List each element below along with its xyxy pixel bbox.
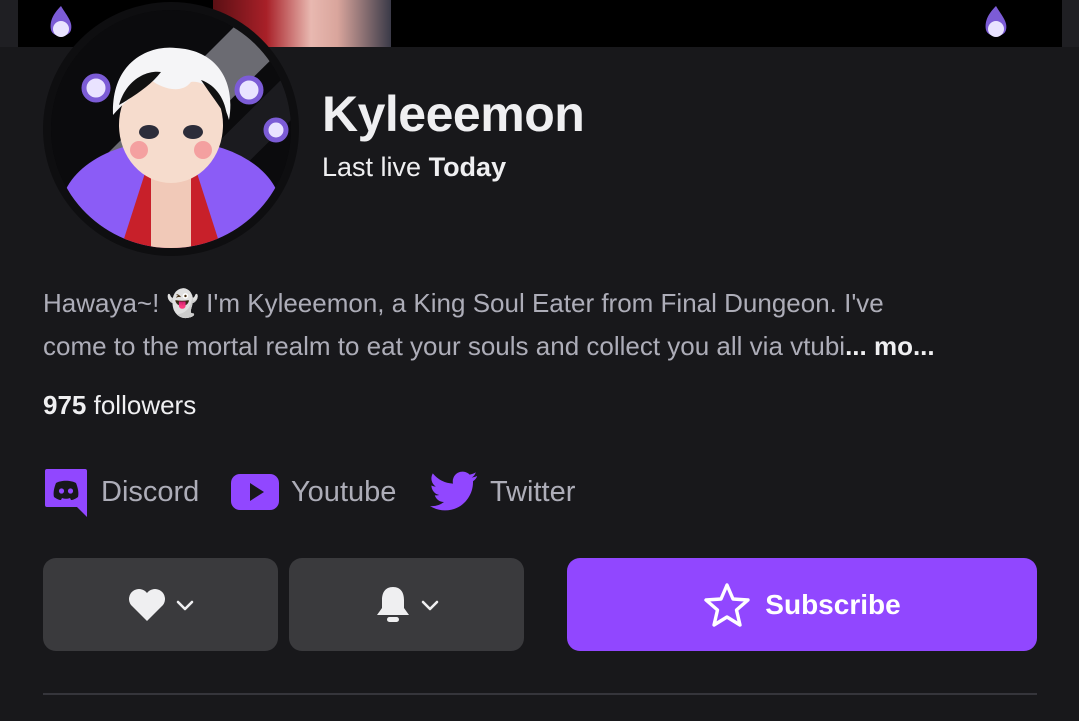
- social-link-label: Discord: [101, 475, 200, 508]
- last-live-prefix: Last live: [322, 152, 422, 182]
- channel-bio: Hawaya~! 👻 I'm Kyleeemon, a King Soul Ea…: [43, 282, 1043, 368]
- followers-count: 975 followers: [43, 387, 196, 423]
- heart-icon: [128, 588, 165, 621]
- subscribe-button[interactable]: Subscribe: [567, 558, 1037, 651]
- notifications-button[interactable]: [289, 558, 524, 651]
- bio-more-link[interactable]: ... mo...: [845, 331, 935, 361]
- twitter-icon: [430, 471, 478, 511]
- last-live-value: Today: [428, 152, 507, 182]
- bell-icon: [376, 586, 409, 622]
- avatar-illustration: [51, 10, 291, 248]
- social-link-discord[interactable]: Discord: [43, 466, 199, 518]
- followers-label: followers: [93, 390, 197, 420]
- social-link-youtube[interactable]: Youtube: [231, 466, 396, 518]
- chevron-down-icon: [421, 600, 438, 610]
- channel-avatar[interactable]: [43, 2, 299, 256]
- social-link-label: Youtube: [291, 475, 397, 508]
- subscribe-label: Subscribe: [765, 588, 901, 620]
- ghost-flame-icon: [50, 6, 72, 37]
- follow-button[interactable]: [43, 558, 278, 651]
- channel-name: Kyleeemon: [322, 86, 585, 142]
- avatar-image: [51, 10, 291, 248]
- social-link-label: Twitter: [490, 475, 576, 508]
- youtube-icon: [231, 474, 279, 510]
- bio-line: Hawaya~! 👻 I'm Kyleeemon, a King Soul Ea…: [43, 288, 884, 318]
- bio-line: come to the mortal realm to eat your sou…: [43, 325, 1043, 368]
- chevron-down-icon: [176, 600, 193, 610]
- last-live-status: Last live Today: [322, 150, 506, 184]
- section-divider: [43, 693, 1037, 695]
- discord-icon: [45, 469, 87, 517]
- followers-number: 975: [43, 390, 87, 420]
- social-link-twitter[interactable]: Twitter: [430, 466, 575, 518]
- bio-line-text: come to the mortal realm to eat your sou…: [43, 331, 846, 361]
- star-icon: [704, 582, 750, 627]
- ghost-flame-icon: [985, 6, 1007, 37]
